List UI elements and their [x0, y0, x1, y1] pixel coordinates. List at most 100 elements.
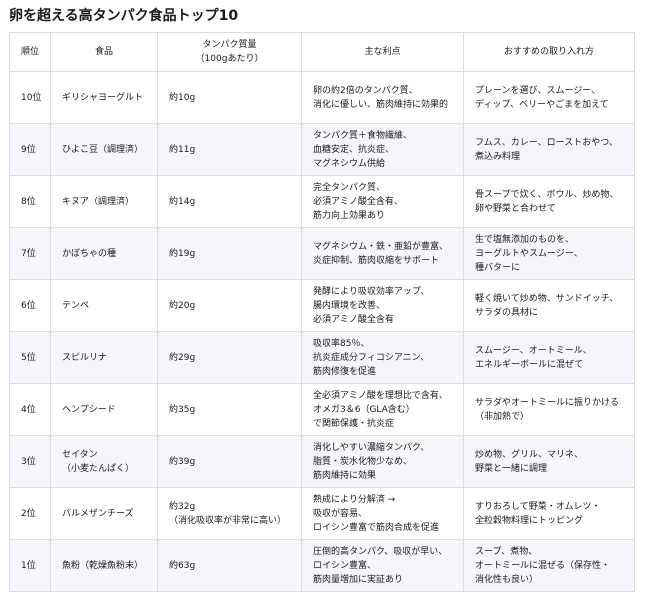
cell-benefits-line: 消化しやすい濃縮タンパク、	[313, 442, 430, 453]
cell-usage: スープ、煮物、 オートミールに混ぜる（保存性・ 消化性も良い）	[463, 539, 635, 592]
cell-usage-line: 軽く焼いて炒め物、サンドイッチ、	[475, 293, 619, 304]
cell-protein-line: 約20g	[169, 300, 196, 311]
cell-protein-line: 約11g	[169, 144, 196, 155]
cell-benefits-line: 完全タンパク質、	[313, 182, 386, 193]
cell-benefits-line: 脂質・炭水化物少なめ、	[313, 456, 413, 467]
cell-rank: 7位	[9, 227, 51, 280]
cell-usage: サラダやオートミールに振りかける （非加熱で）	[463, 383, 635, 436]
table-row: 4位 ヘンプシード 約35g 全必須アミノ酸を理想比で含有、 オメガ3＆6（GLA含む）…	[9, 383, 635, 436]
protein-foods-table: 順位 食品 タンパク質量 （100gあたり） 主な利点 おすすめの取り入れ方 1…	[9, 32, 635, 592]
cell-rank: 3位	[9, 435, 51, 488]
cell-benefits-line: 消化に優しい、筋肉維持に効果的	[313, 99, 449, 110]
table-row: 10位 ギリシャヨーグルト 約10g 卵の約2倍のタンパク質、 消化に優しい、筋肉維持に…	[9, 71, 635, 124]
cell-food-line: セイタン	[62, 449, 98, 460]
cell-food: パルメザンチーズ	[50, 487, 158, 540]
cell-food-line: ひよこ豆（調理済）	[62, 144, 144, 155]
cell-protein: 約32g （消化吸収率が非常に高い）	[157, 487, 302, 540]
table-row: 8位 キヌア（調理済） 約14g 完全タンパク質、 必須アミノ酸全含有、 筋力向上効果あり…	[9, 175, 635, 228]
cell-benefits: 圧倒的高タンパク、吸収が早い、 ロイシン豊富、 筋肉量増加に実証あり	[301, 539, 464, 592]
cell-usage-line: ディップ、ベリーやごまを加えて	[475, 99, 609, 110]
cell-protein-line: 約19g	[169, 248, 196, 259]
cell-benefits-line: 抗炎症成分フィコシアニン、	[313, 352, 430, 363]
cell-food-line: 魚粉（乾燥魚粉末）	[62, 560, 144, 571]
cell-food-line: スピルリナ	[62, 352, 108, 363]
cell-benefits: タンパク質＋食物繊維、 血糖安定、抗炎症、 マグネシウム供給	[301, 123, 464, 176]
cell-benefits-line: ロイシン豊富で筋肉合成を促進	[313, 522, 440, 533]
cell-benefits-line: 圧倒的高タンパク、吸収が早い、	[313, 546, 448, 557]
cell-protein: 約19g	[157, 227, 302, 280]
cell-benefits-line: マグネシウム・鉄・亜鉛が豊富、	[313, 241, 449, 252]
cell-usage-line: 消化性も良い）	[475, 574, 539, 585]
cell-rank: 1位	[9, 539, 51, 592]
cell-usage-line: 卵や野菜と合わせて	[475, 203, 557, 214]
cell-benefits-line: 筋肉修復を促進	[313, 366, 377, 377]
table-row: 7位 かぼちゃの種 約19g マグネシウム・鉄・亜鉛が豊富、 炎症抑制、筋肉収縮をサポー…	[9, 227, 635, 280]
cell-benefits: 卵の約2倍のタンパク質、消化に優しい、筋肉維持に効果的	[301, 71, 464, 124]
cell-food-line: パルメザンチーズ	[62, 508, 134, 519]
cell-usage-line: すりおろして野菜・オムレツ・	[475, 501, 601, 512]
cell-protein-line: 約29g	[169, 352, 196, 363]
cell-benefits: 熟成により分解済 → 吸収が容易、ロイシン豊富で筋肉合成を促進	[301, 487, 464, 540]
table-row: 1位 魚粉（乾燥魚粉末） 約63g 圧倒的高タンパク、吸収が早い、 ロイシン豊富、 筋肉量…	[9, 539, 635, 592]
cell-usage-line: スムージー、オートミール、	[475, 345, 592, 356]
cell-usage: 軽く焼いて炒め物、サンドイッチ、 サラダの具材に	[463, 279, 635, 332]
cell-benefits: 吸収率85％、抗炎症成分フィコシアニン、 筋肉修復を促進	[301, 331, 464, 384]
cell-protein: 約10g	[157, 71, 302, 124]
header-protein-line: （100gあたり）	[195, 54, 264, 64]
cell-usage-line: エネルギーボールに混ぜて	[475, 359, 584, 370]
cell-food: ひよこ豆（調理済）	[50, 123, 158, 176]
cell-protein-line: 約14g	[169, 196, 196, 207]
cell-protein: 約35g	[157, 383, 302, 436]
cell-protein: 約11g	[157, 123, 302, 176]
header-protein: タンパク質量 （100gあたり）	[157, 32, 302, 72]
cell-benefits-line: 腸内環境を改善、	[313, 300, 386, 311]
cell-benefits: マグネシウム・鉄・亜鉛が豊富、 炎症抑制、筋肉収縮をサポート	[301, 227, 464, 280]
cell-benefits-line: で関節保護・抗炎症	[313, 418, 395, 429]
cell-protein-line: 約63g	[169, 560, 196, 571]
cell-protein: 約39g	[157, 435, 302, 488]
cell-rank: 6位	[9, 279, 51, 332]
cell-benefits-line: 卵の約2倍のタンパク質、	[313, 85, 418, 96]
cell-protein: 約20g	[157, 279, 302, 332]
cell-usage-line: 全粒穀物料理にトッピング	[475, 515, 584, 526]
cell-benefits-line: 熟成により分解済 →	[313, 494, 396, 505]
cell-usage-line: （非加熱で）	[475, 411, 530, 422]
cell-usage: 炒め物、グリル、マリネ、 野菜と一緒に調理	[463, 435, 635, 488]
cell-usage-line: オートミールに混ぜる（保存性・	[475, 560, 611, 571]
cell-food-line: ギリシャヨーグルト	[62, 92, 144, 103]
cell-usage: すりおろして野菜・オムレツ・ 全粒穀物料理にトッピング	[463, 487, 635, 540]
header-row: 順位 食品 タンパク質量 （100gあたり） 主な利点 おすすめの取り入れ方	[9, 32, 635, 72]
cell-usage: 骨スープで炊く、ボウル、炒め物、 卵や野菜と合わせて	[463, 175, 635, 228]
table-row: 2位 パルメザンチーズ 約32g （消化吸収率が非常に高い） 熟成により分解済 → 吸収が…	[9, 487, 635, 540]
cell-rank: 4位	[9, 383, 51, 436]
table-row: 6位 テンペ 約20g 発酵により吸収効率アップ、 腸内環境を改善、 必須アミノ酸全含有軽…	[9, 279, 635, 332]
cell-usage: スムージー、オートミール、 エネルギーボールに混ぜて	[463, 331, 635, 384]
cell-food: セイタン （小麦たんぱく）	[50, 435, 158, 488]
cell-benefits: 全必須アミノ酸を理想比で含有、 オメガ3＆6（GLA含む） で関節保護・抗炎症	[301, 383, 464, 436]
cell-usage-line: 炒め物、グリル、マリネ、	[475, 449, 584, 460]
cell-benefits-line: ロイシン豊富、	[313, 560, 377, 571]
cell-benefits-line: マグネシウム供給	[313, 158, 386, 169]
header-rank: 順位	[9, 32, 51, 72]
cell-usage: プレーンを選び、スムージー、 ディップ、ベリーやごまを加えて	[463, 71, 635, 124]
cell-benefits-line: 炎症抑制、筋肉収縮をサポート	[313, 255, 440, 266]
cell-benefits-line: 血糖安定、抗炎症、	[313, 144, 395, 155]
cell-rank: 10位	[9, 71, 51, 124]
cell-usage-line: サラダの具材に	[475, 307, 539, 318]
header-protein-line: タンパク質量	[202, 40, 257, 50]
cell-rank: 5位	[9, 331, 51, 384]
cell-protein-line: 約39g	[169, 456, 196, 467]
table-body: 10位 ギリシャヨーグルト 約10g 卵の約2倍のタンパク質、 消化に優しい、筋肉維持に…	[9, 71, 635, 592]
cell-usage-line: 種バターに	[475, 262, 521, 273]
cell-usage-line: 野菜と一緒に調理	[475, 463, 548, 474]
table-header: 順位 食品 タンパク質量 （100gあたり） 主な利点 おすすめの取り入れ方	[9, 32, 635, 72]
cell-benefits-line: 必須アミノ酸全含有	[313, 314, 394, 325]
cell-protein-line: （消化吸収率が非常に高い）	[169, 515, 287, 526]
page-title: 卵を超える高タンパク食品トップ10	[9, 8, 239, 24]
cell-benefits-line: 吸収率85％、	[313, 338, 370, 349]
cell-benefits: 完全タンパク質、 必須アミノ酸全含有、 筋力向上効果あり	[301, 175, 464, 228]
cell-benefits-line: 発酵により吸収効率アップ、	[313, 286, 430, 297]
cell-benefits-line: 吸収が容易、	[313, 508, 368, 519]
cell-food-line: かぼちゃの種	[62, 248, 117, 259]
cell-food: ギリシャヨーグルト	[50, 71, 158, 124]
